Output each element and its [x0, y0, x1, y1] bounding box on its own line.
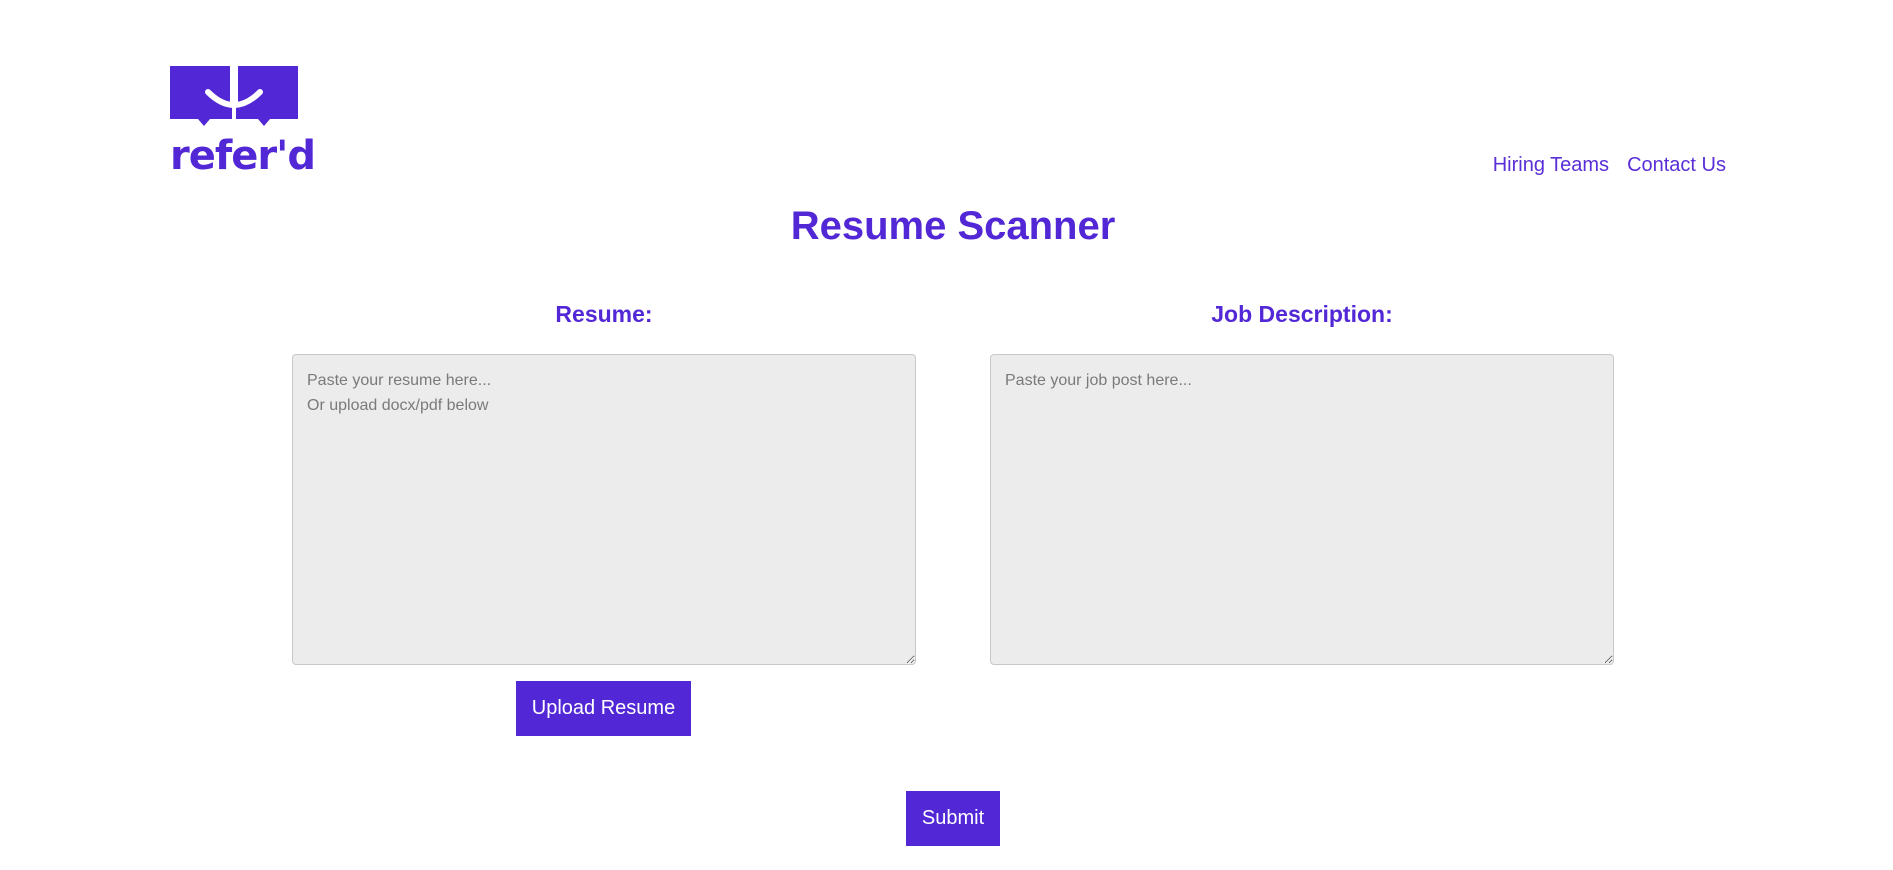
page: refer'd Hiring Teams Contact Us Resume S…	[0, 0, 1893, 870]
brand-logo[interactable]: refer'd	[170, 66, 316, 179]
upload-resume-button[interactable]: Upload Resume	[516, 681, 691, 736]
submit-button[interactable]: Submit	[906, 791, 1000, 846]
brand-logo-text: refer'd	[170, 133, 316, 179]
anchor-book-icon	[170, 66, 298, 126]
nav-link-hiring-teams[interactable]: Hiring Teams	[1493, 154, 1609, 177]
resume-textarea[interactable]	[292, 354, 916, 665]
top-nav: Hiring Teams Contact Us	[1493, 154, 1726, 177]
job-description-label: Job Description:	[1211, 301, 1393, 327]
job-description-textarea[interactable]	[990, 354, 1614, 665]
page-title: Resume Scanner	[790, 204, 1116, 248]
nav-link-contact-us[interactable]: Contact Us	[1627, 154, 1726, 177]
resume-label: Resume:	[555, 301, 653, 327]
